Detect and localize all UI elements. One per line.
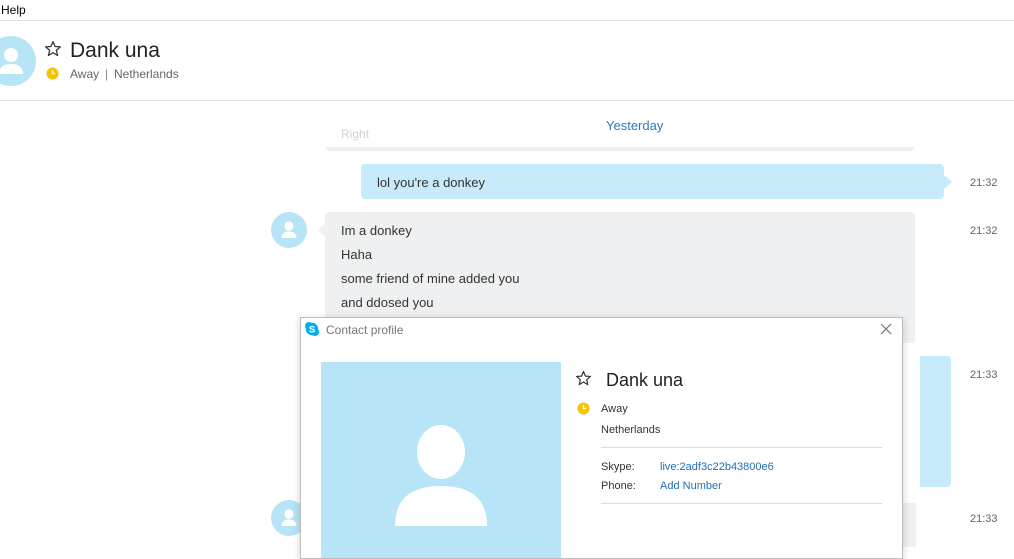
message-line: some friend of mine added you (341, 271, 520, 286)
close-icon[interactable] (880, 323, 892, 335)
dialog-title: Contact profile (326, 323, 404, 337)
message-timestamp: 21:32 (970, 225, 998, 237)
message-timestamp: 21:32 (970, 177, 998, 189)
star-icon[interactable] (575, 370, 592, 387)
message-timestamp: 21:33 (970, 513, 998, 525)
location-text: Netherlands (114, 67, 179, 81)
contact-avatar[interactable] (0, 36, 36, 86)
svg-text:S: S (309, 325, 315, 336)
avatar-icon (395, 425, 487, 526)
previous-message-bubble (325, 147, 915, 151)
incoming-message-bubble[interactable] (901, 503, 916, 547)
outgoing-message-bubble[interactable] (920, 356, 951, 487)
avatar-icon (0, 48, 23, 74)
profile-photo (321, 362, 561, 558)
profile-name: Dank una (606, 370, 684, 390)
star-icon[interactable] (44, 40, 62, 58)
status-separator: | (105, 67, 109, 81)
clock-icon (46, 67, 59, 80)
skype-id-link[interactable]: live:2adf3c22b43800e6 (660, 461, 774, 473)
divider (601, 447, 882, 448)
sender-avatar[interactable] (271, 212, 307, 248)
divider (601, 503, 882, 504)
menu-bar: Help (0, 0, 1014, 21)
skype-label: Skype: (601, 461, 635, 473)
skype-logo-icon: S (305, 322, 319, 336)
message-text: lol you're a donkey (377, 175, 485, 190)
message-timestamp: 21:33 (970, 369, 998, 381)
date-divider: Yesterday (606, 118, 664, 133)
message-line: Haha (341, 247, 373, 262)
contact-profile-dialog: S Contact profile Dank una Away Netherla… (300, 317, 903, 559)
contact-name[interactable]: Dank una (70, 39, 160, 63)
avatar-icon (281, 221, 297, 238)
status-text: Away (70, 67, 100, 81)
phone-label: Phone: (601, 480, 636, 492)
outgoing-message-bubble[interactable]: lol you're a donkey (361, 164, 952, 199)
profile-location: Netherlands (601, 424, 661, 436)
message-line: Im a donkey (341, 223, 412, 238)
conversation-header: Dank una Away | Netherlands (0, 21, 1014, 101)
clock-icon (577, 402, 590, 415)
message-line: and ddosed you (341, 295, 434, 310)
menu-help[interactable]: Help (1, 3, 26, 17)
faded-previous-message: Right (341, 127, 370, 141)
profile-status: Away (601, 403, 628, 415)
add-number-link[interactable]: Add Number (660, 480, 722, 492)
